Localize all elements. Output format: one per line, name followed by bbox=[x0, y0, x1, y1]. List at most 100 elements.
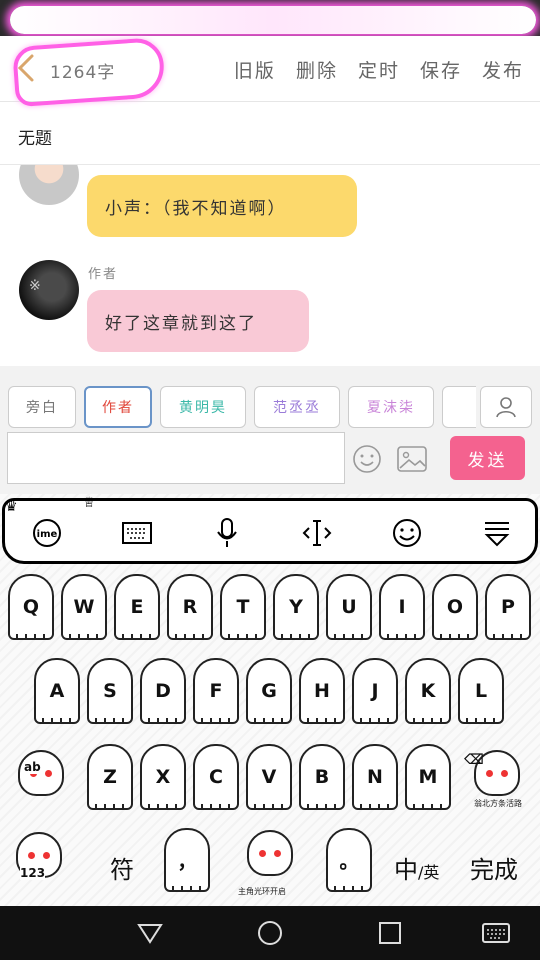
character-icon bbox=[247, 830, 293, 876]
key-b[interactable]: B bbox=[299, 744, 345, 810]
nav-keyboard-button[interactable] bbox=[480, 918, 512, 948]
back-button[interactable] bbox=[10, 50, 46, 86]
cursor-move-icon bbox=[302, 520, 332, 546]
keyboard-toolbar: ♛ ♕ ime bbox=[2, 495, 538, 564]
symbols-key[interactable]: 符 bbox=[110, 850, 134, 885]
nav-back-button[interactable] bbox=[135, 918, 165, 948]
status-bar bbox=[0, 0, 540, 36]
navigation-bar bbox=[0, 906, 540, 960]
crown-icon: ♕ bbox=[83, 495, 96, 511]
emoji-icon bbox=[393, 519, 421, 547]
role-chip[interactable]: 黄明昊 bbox=[160, 386, 246, 428]
key-x[interactable]: X bbox=[140, 744, 186, 810]
key-r[interactable]: R bbox=[167, 574, 213, 640]
message-bubble[interactable]: 好了这章就到这了 bbox=[87, 290, 309, 352]
key-o[interactable]: O bbox=[432, 574, 478, 640]
key-l[interactable]: L bbox=[458, 658, 504, 724]
nav-recents-button[interactable] bbox=[375, 918, 405, 948]
composer-panel: 旁白 作者 黄明昊 范丞丞 夏沫柒 张 发送 bbox=[0, 366, 540, 494]
key-p[interactable]: P bbox=[485, 574, 531, 640]
key-s[interactable]: S bbox=[87, 658, 133, 724]
numbers-label: 123 bbox=[20, 866, 46, 880]
key-w[interactable]: W bbox=[61, 574, 107, 640]
image-button[interactable] bbox=[396, 444, 428, 474]
key-e[interactable]: E bbox=[114, 574, 160, 640]
redaction-scribble bbox=[10, 6, 536, 34]
author-avatar[interactable] bbox=[19, 260, 79, 320]
key-f[interactable]: F bbox=[193, 658, 239, 724]
comma-key[interactable]: ， bbox=[164, 828, 210, 892]
avatar[interactable] bbox=[19, 165, 79, 205]
back-arrow-icon bbox=[17, 54, 34, 82]
key-m[interactable]: M bbox=[405, 744, 451, 810]
backspace-icon: ⌫ bbox=[464, 752, 484, 768]
collapse-keyboard-icon bbox=[484, 522, 510, 547]
microphone-icon bbox=[217, 518, 237, 547]
role-chip-narrator[interactable]: 旁白 bbox=[8, 386, 76, 428]
emoji-keyboard-button[interactable] bbox=[389, 517, 425, 549]
recents-icon bbox=[379, 922, 401, 944]
cursor-move-button[interactable] bbox=[299, 517, 335, 549]
schedule-button[interactable]: 定时 bbox=[358, 56, 400, 83]
emoji-icon bbox=[353, 445, 381, 473]
send-button[interactable]: 发送 bbox=[450, 436, 525, 480]
key-z[interactable]: Z bbox=[87, 744, 133, 810]
nav-home-button[interactable] bbox=[255, 918, 285, 948]
keyboard-layout-button[interactable] bbox=[119, 517, 155, 549]
key-y[interactable]: Y bbox=[273, 574, 319, 640]
message-input[interactable] bbox=[7, 432, 345, 484]
role-selector: 旁白 作者 黄明昊 范丞丞 夏沫柒 张 bbox=[8, 386, 476, 430]
key-c[interactable]: C bbox=[193, 744, 239, 810]
role-chip-author[interactable]: 作者 bbox=[84, 386, 152, 428]
ime-logo-icon: ime bbox=[33, 519, 61, 547]
message-bubble[interactable]: 小声：（我不知道啊） bbox=[87, 175, 357, 237]
key-i[interactable]: I bbox=[379, 574, 425, 640]
backspace-caption: 翁北方条活路 bbox=[474, 799, 522, 808]
header-actions: 旧版 删除 定时 保存 发布 bbox=[234, 56, 524, 83]
language-switch-key[interactable]: 中/英 bbox=[394, 850, 439, 885]
key-v[interactable]: V bbox=[246, 744, 292, 810]
shift-key[interactable]: ab bbox=[14, 744, 68, 802]
crown-icon: ♛ bbox=[5, 499, 18, 515]
person-icon bbox=[496, 397, 516, 418]
done-key[interactable]: 完成 bbox=[470, 850, 518, 885]
speaker-name: 作者 bbox=[88, 267, 119, 282]
key-a[interactable]: A bbox=[34, 658, 80, 724]
add-role-button[interactable] bbox=[480, 386, 532, 428]
delete-button[interactable]: 删除 bbox=[296, 56, 338, 83]
key-h[interactable]: H bbox=[299, 658, 345, 724]
backspace-key[interactable]: ⌫ 翁北方条活路 bbox=[464, 744, 524, 808]
image-icon bbox=[397, 446, 427, 472]
key-k[interactable]: K bbox=[405, 658, 451, 724]
chat-area: 小声：（我不知道啊） 作者 好了这章就到这了 bbox=[0, 165, 540, 365]
voice-input-button[interactable] bbox=[209, 517, 245, 549]
word-count: 1264字 bbox=[50, 63, 116, 83]
key-g[interactable]: G bbox=[246, 658, 292, 724]
document-title[interactable]: 无题 bbox=[18, 124, 52, 149]
save-button[interactable]: 保存 bbox=[420, 56, 462, 83]
language-main: 中 bbox=[394, 856, 418, 884]
numbers-key[interactable]: 123 bbox=[12, 826, 66, 884]
keyboard-icon bbox=[122, 522, 152, 544]
role-chip[interactable]: 范丞丞 bbox=[254, 386, 340, 428]
emoji-button[interactable] bbox=[352, 444, 382, 474]
key-j[interactable]: J bbox=[352, 658, 398, 724]
key-q[interactable]: Q bbox=[8, 574, 54, 640]
keyboard-switch-icon bbox=[482, 923, 510, 943]
ime-logo-button[interactable]: ime bbox=[29, 517, 65, 549]
shift-label: ab bbox=[24, 760, 41, 774]
role-chip[interactable]: 夏沫柒 bbox=[348, 386, 434, 428]
svg-text:ime: ime bbox=[37, 529, 58, 540]
role-chip[interactable]: 张 bbox=[442, 386, 476, 428]
old-version-button[interactable]: 旧版 bbox=[234, 56, 276, 83]
space-key[interactable] bbox=[240, 824, 300, 882]
key-d[interactable]: D bbox=[140, 658, 186, 724]
period-key[interactable]: 。 bbox=[326, 828, 372, 892]
collapse-keyboard-button[interactable] bbox=[479, 517, 515, 549]
key-u[interactable]: U bbox=[326, 574, 372, 640]
back-icon bbox=[137, 924, 163, 944]
space-caption: 主角光环开启 bbox=[238, 887, 286, 896]
key-n[interactable]: N bbox=[352, 744, 398, 810]
publish-button[interactable]: 发布 bbox=[482, 56, 524, 83]
key-t[interactable]: T bbox=[220, 574, 266, 640]
